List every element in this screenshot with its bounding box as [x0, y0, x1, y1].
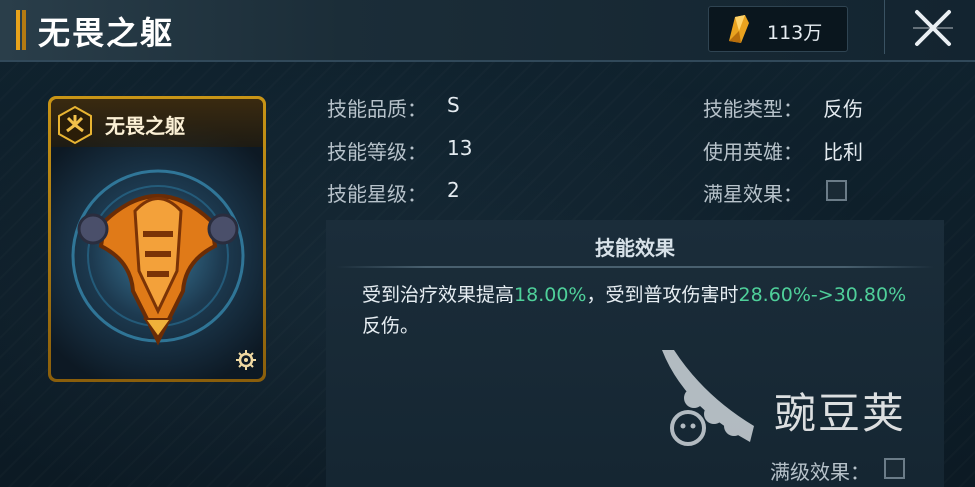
currency-display[interactable]: 113万 — [708, 6, 848, 52]
page-title: 无畏之躯 — [38, 14, 175, 52]
max-star-checkbox[interactable] — [826, 180, 847, 201]
skill-card-title: 无畏之躯 — [105, 114, 185, 138]
gear-icon — [236, 350, 256, 370]
effect-text-part3: 反伤。 — [362, 315, 420, 337]
effect-description: 受到治疗效果提高18.00%，受到普攻伤害时28.60%->30.80% 反伤。 — [362, 280, 922, 342]
title-bar: 无畏之躯 113万 — [0, 0, 975, 62]
quality-value: S — [447, 93, 460, 117]
level-value: 13 — [447, 136, 473, 160]
effect-text-part1: 受到治疗效果提高 — [362, 284, 515, 306]
max-level-checkbox[interactable] — [884, 458, 905, 479]
skill-card-header: 无畏之躯 — [51, 99, 263, 147]
effect-text-part2: ，受到普攻伤害时 — [586, 284, 739, 306]
level-label: 技能等级： — [327, 140, 427, 164]
close-button[interactable] — [884, 0, 975, 54]
effect-value-1: 18.00% — [514, 284, 587, 306]
star-label: 技能星级： — [327, 182, 427, 206]
effect-title: 技能效果 — [595, 236, 675, 260]
currency-amount: 113万 — [767, 22, 823, 44]
close-x-icon — [913, 10, 953, 46]
skill-card[interactable]: 无畏之躯 — [48, 96, 266, 382]
effect-value-2: 28.60%->30.80% — [738, 284, 907, 306]
star-value: 2 — [447, 178, 460, 202]
type-value: 反伤 — [823, 97, 863, 121]
hero-label: 使用英雄： — [703, 140, 803, 164]
hexagon-badge-icon — [58, 105, 92, 145]
max-star-label: 满星效果： — [703, 182, 803, 206]
skill-card-inner: 无畏之躯 — [51, 99, 263, 379]
feather-gem-icon — [729, 15, 749, 43]
hero-value: 比利 — [823, 140, 863, 164]
quality-label: 技能品质： — [327, 97, 427, 121]
max-level-label: 满级效果： — [770, 460, 870, 484]
orange-armor-art — [71, 169, 245, 346]
type-label: 技能类型： — [703, 97, 803, 121]
title-marker-icon — [16, 10, 28, 50]
watermark-text: 豌豆荚 — [774, 389, 907, 438]
effect-divider — [336, 266, 934, 268]
